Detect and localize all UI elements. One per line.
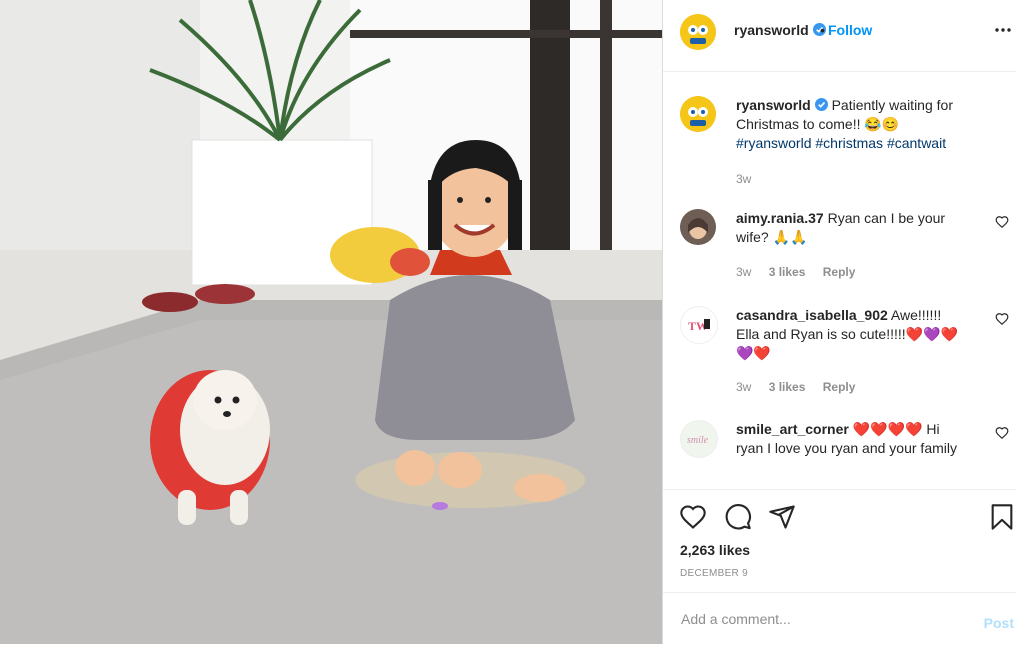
comment-likes[interactable]: 3 likes <box>769 265 806 279</box>
commenter-username[interactable]: casandra_isabella_902 <box>736 307 888 323</box>
comment-time: 3w <box>736 380 752 394</box>
post-actions: 2,263 likes DECEMBER 9 <box>663 489 1016 600</box>
comments-section[interactable]: ryansworld Patiently waiting for Christm… <box>663 72 1016 488</box>
separator-dot: • <box>820 22 825 38</box>
reply-button[interactable]: Reply <box>823 380 856 394</box>
caption-username[interactable]: ryansworld <box>736 97 811 113</box>
commenter-avatar[interactable] <box>680 209 716 245</box>
likes-count[interactable]: 2,263 likes <box>680 542 750 558</box>
caption-meta: 3w <box>736 172 765 186</box>
add-comment-bar: Post <box>663 592 1016 645</box>
comment-input[interactable] <box>679 605 953 633</box>
author-username-text[interactable]: ryansworld <box>734 22 809 38</box>
comment-text: casandra_isabella_902 Awe!!!!!! Ella and… <box>736 306 964 363</box>
comment-text: aimy.rania.37 Ryan can I be your wife? 🙏… <box>736 209 964 247</box>
comment-meta: 3w 3 likes Reply <box>736 380 869 394</box>
like-comment-heart-icon[interactable] <box>995 215 1009 229</box>
heart-icon[interactable] <box>679 503 707 531</box>
bookmark-icon[interactable] <box>988 503 1016 531</box>
comment-text: smile_art_corner ❤️❤️❤️❤️ Hi ryan I love… <box>736 420 964 458</box>
author-avatar[interactable] <box>680 96 716 132</box>
commenter-avatar[interactable]: TW <box>680 306 718 344</box>
hashtag-link[interactable]: #ryansworld <box>736 135 811 151</box>
post-photo[interactable] <box>0 0 662 644</box>
commenter-username[interactable]: smile_art_corner <box>736 421 849 437</box>
commenter-avatar[interactable]: smile <box>680 420 718 458</box>
caption-text: ryansworld Patiently waiting for Christm… <box>736 96 964 153</box>
reply-button[interactable]: Reply <box>823 265 856 279</box>
post-date: DECEMBER 9 <box>680 568 749 579</box>
share-icon[interactable] <box>768 503 796 531</box>
post-side-panel: ryansworld • Follow ryansworld Patiently… <box>662 0 1016 644</box>
post-header: ryansworld • Follow <box>663 0 1016 72</box>
comment-likes[interactable]: 3 likes <box>769 380 806 394</box>
commenter-username[interactable]: aimy.rania.37 <box>736 210 824 226</box>
hashtag-link[interactable]: #christmas <box>815 135 883 151</box>
follow-button[interactable]: Follow <box>828 22 872 38</box>
svg-text:smile: smile <box>687 435 709 446</box>
verified-badge-icon <box>814 98 828 111</box>
like-comment-heart-icon[interactable] <box>995 426 1009 440</box>
more-options-icon[interactable] <box>993 18 1013 38</box>
comment-icon[interactable] <box>724 503 752 531</box>
comment-time: 3w <box>736 265 752 279</box>
hashtag-link[interactable]: #cantwait <box>887 135 946 151</box>
caption-time: 3w <box>736 172 752 186</box>
author-username[interactable]: ryansworld <box>734 22 826 38</box>
like-comment-heart-icon[interactable] <box>995 312 1009 326</box>
photo-scene <box>0 0 662 644</box>
comment-meta: 3w 3 likes Reply <box>736 265 869 279</box>
author-avatar[interactable] <box>680 14 716 50</box>
post-comment-button[interactable]: Post <box>984 615 1014 631</box>
